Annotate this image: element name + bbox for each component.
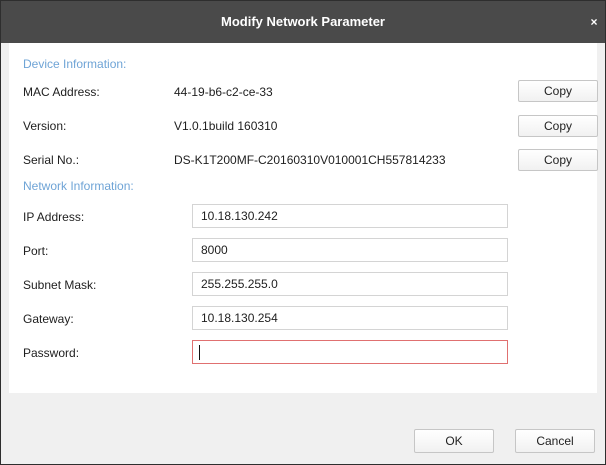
subnet-mask-label: Subnet Mask: [23, 278, 97, 292]
copy-mac-button[interactable]: Copy [518, 80, 598, 102]
text-cursor [199, 345, 200, 360]
network-information-heading: Network Information: [23, 179, 134, 193]
password-input[interactable] [192, 340, 508, 364]
ip-address-label: IP Address: [23, 210, 85, 224]
serial-no-value: DS-K1T200MF-C20160310V010001CH557814233 [174, 153, 446, 167]
cancel-button[interactable]: Cancel [515, 429, 595, 453]
ok-button[interactable]: OK [414, 429, 494, 453]
password-label: Password: [23, 346, 80, 360]
port-input[interactable]: 8000 [192, 238, 508, 262]
copy-serial-button[interactable]: Copy [518, 149, 598, 171]
subnet-mask-input[interactable]: 255.255.255.0 [192, 272, 508, 296]
dialog-titlebar: Modify Network Parameter × [1, 1, 605, 43]
gateway-label: Gateway: [23, 312, 74, 326]
gateway-input[interactable]: 10.18.130.254 [192, 306, 508, 330]
mac-address-value: 44-19-b6-c2-ce-33 [174, 85, 273, 99]
copy-version-button[interactable]: Copy [518, 115, 598, 137]
ip-address-input[interactable]: 10.18.130.242 [192, 204, 508, 228]
dialog-content: Device Information: MAC Address: 44-19-b… [9, 43, 598, 393]
version-label: Version: [23, 119, 67, 133]
modify-network-dialog: Modify Network Parameter × Device Inform… [0, 0, 606, 465]
mac-address-label: MAC Address: [23, 85, 100, 99]
port-label: Port: [23, 244, 49, 258]
version-value: V1.0.1build 160310 [174, 119, 278, 133]
device-information-heading: Device Information: [23, 57, 127, 71]
serial-no-label: Serial No.: [23, 153, 80, 167]
close-icon[interactable]: × [587, 15, 601, 29]
dialog-title: Modify Network Parameter [221, 14, 385, 29]
